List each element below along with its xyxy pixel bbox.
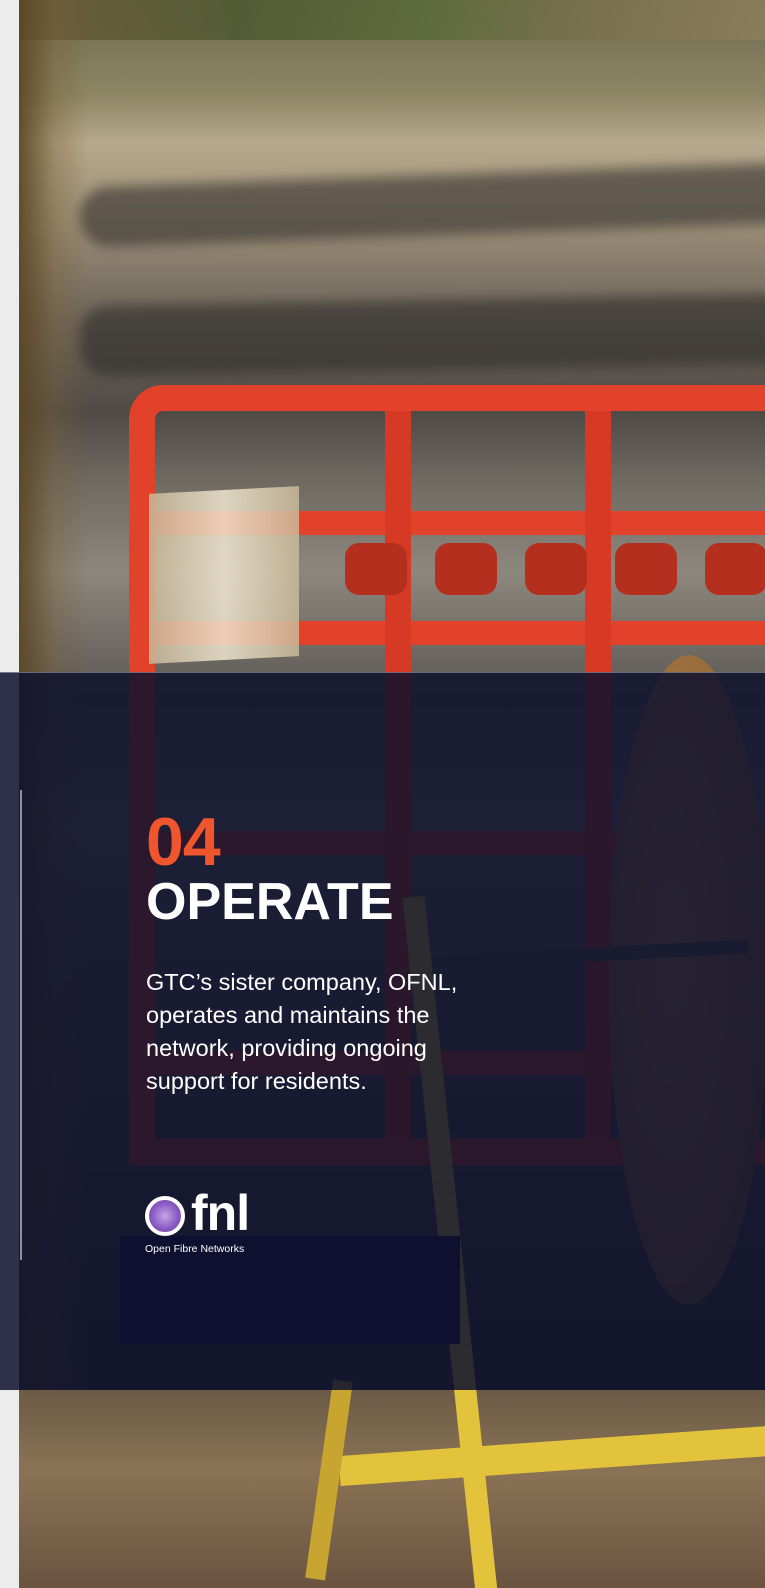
photo-grass (19, 0, 765, 40)
barrier-hole (525, 543, 587, 595)
section-description: GTC’s sister company, OFNL, operates and… (146, 969, 458, 1094)
ofnl-logo-subtitle: Open Fibre Networks (145, 1243, 245, 1255)
barrier-hole (615, 543, 677, 595)
ofnl-logo-globe-icon (145, 1196, 185, 1236)
photo-shadow-stripe (78, 293, 765, 377)
section-number: 04 (146, 804, 221, 880)
photo-shadow-stripe (78, 162, 765, 248)
vertical-divider-line (20, 790, 22, 1260)
barrier-hole (345, 543, 407, 595)
ofnl-logo-wordmark: fnl (191, 1185, 250, 1241)
barrier-hole (435, 543, 497, 595)
section-title: OPERATE (146, 873, 394, 931)
barrier-hole (705, 543, 765, 595)
barrier-reflector-panel (149, 486, 299, 664)
photo-ground (19, 1390, 765, 1588)
